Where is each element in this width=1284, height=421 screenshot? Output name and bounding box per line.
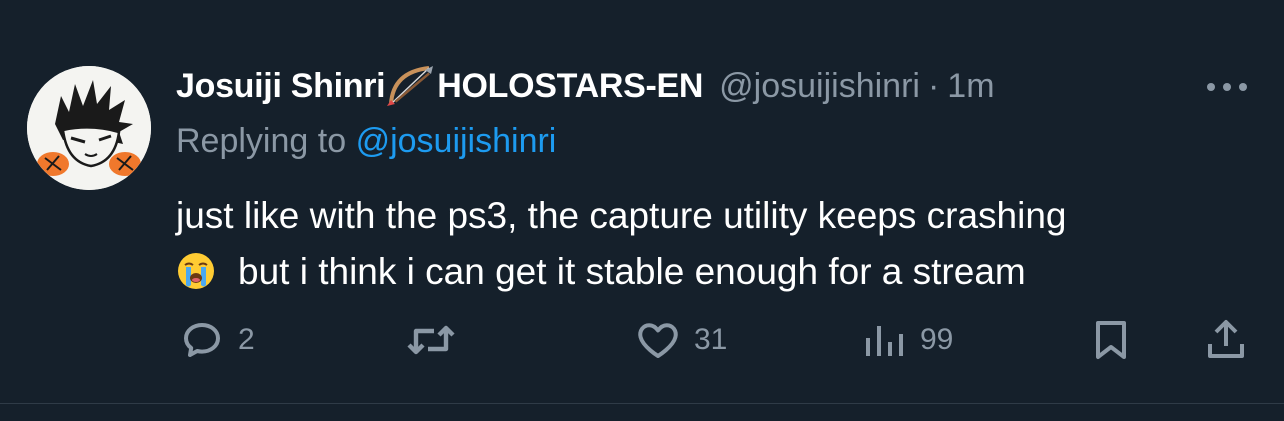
retweet-button[interactable] bbox=[404, 310, 470, 370]
loudly-crying-face-icon bbox=[176, 251, 216, 291]
tweet-text-line-2: but i think i can get it stable enough f… bbox=[176, 244, 1256, 300]
timestamp[interactable]: 1m bbox=[947, 67, 994, 106]
like-button[interactable]: 31 bbox=[634, 310, 727, 370]
action-bar: 2 31 99 bbox=[0, 310, 1284, 370]
replying-to: Replying to @josuijishinri bbox=[176, 122, 556, 161]
tweet-text-line-1: just like with the ps3, the capture util… bbox=[176, 195, 1067, 236]
views-button[interactable]: 99 bbox=[860, 310, 953, 370]
display-name[interactable]: Josuiji Shinri bbox=[176, 67, 386, 106]
share-button[interactable] bbox=[1202, 310, 1250, 370]
replying-to-mention[interactable]: @josuijishinri bbox=[356, 122, 557, 160]
tweet-text-line-2-text: but i think i can get it stable enough f… bbox=[238, 251, 1026, 292]
separator-dot: · bbox=[927, 66, 940, 105]
more-options-icon[interactable] bbox=[1207, 80, 1253, 94]
tweet-text: just like with the ps3, the capture util… bbox=[176, 188, 1256, 300]
tweet[interactable]: Josuiji Shinri HOLOSTARS-EN @josuijishin… bbox=[0, 0, 1284, 404]
views-count: 99 bbox=[920, 323, 954, 356]
reply-count: 2 bbox=[238, 323, 255, 356]
display-name-suffix[interactable]: HOLOSTARS-EN bbox=[437, 67, 703, 106]
views-chart-icon bbox=[866, 326, 903, 356]
user-handle[interactable]: @josuijishinri bbox=[719, 67, 920, 106]
bookmark-icon bbox=[1096, 321, 1126, 359]
share-icon bbox=[1208, 320, 1244, 358]
retweet-icon bbox=[407, 325, 455, 355]
bow-and-arrow-icon bbox=[385, 64, 437, 108]
bookmark-button[interactable] bbox=[1087, 310, 1135, 370]
like-count: 31 bbox=[694, 323, 728, 356]
divider bbox=[0, 403, 1284, 404]
tweet-header: Josuiji Shinri HOLOSTARS-EN @josuijishin… bbox=[176, 62, 995, 110]
avatar[interactable] bbox=[27, 66, 151, 190]
reply-button[interactable]: 2 bbox=[178, 310, 255, 370]
reply-icon bbox=[184, 323, 220, 357]
replying-to-label: Replying to bbox=[176, 122, 347, 160]
heart-icon bbox=[638, 323, 678, 358]
